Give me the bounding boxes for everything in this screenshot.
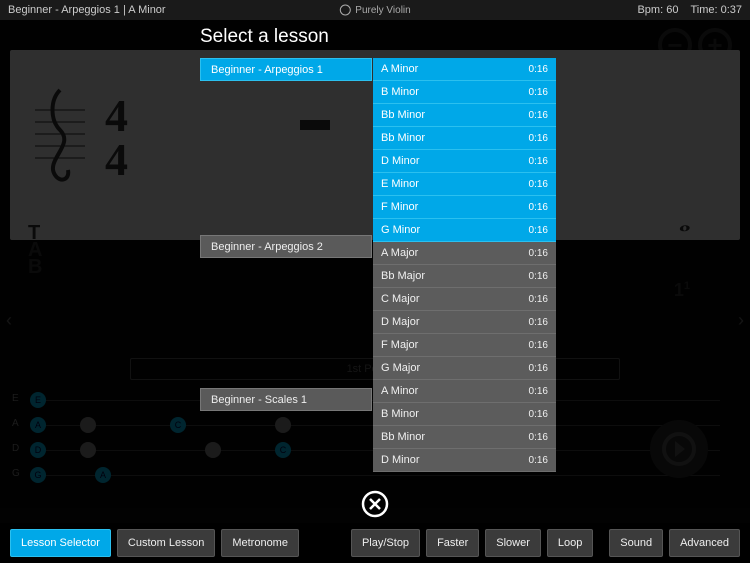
lesson-item[interactable]: G Minor 0:16 <box>373 219 556 242</box>
lesson-name: F Major <box>381 339 418 351</box>
current-lesson-label: Beginner - Arpeggios 1 | A Minor <box>8 4 166 16</box>
lesson-item[interactable]: Bb Minor 0:16 <box>373 104 556 127</box>
lesson-name: F Minor <box>381 201 418 213</box>
close-icon <box>360 489 390 519</box>
lesson-item[interactable]: Bb Minor 0:16 <box>373 426 556 449</box>
lesson-item-list: A Minor0:16B Minor0:16Bb Minor0:16Bb Min… <box>373 58 556 472</box>
lesson-duration: 0:16 <box>529 110 548 121</box>
metronome-button[interactable]: Metronome <box>221 529 299 557</box>
lesson-name: Beginner - Arpeggios 1 <box>8 4 120 16</box>
lesson-duration: 0:16 <box>529 156 548 167</box>
lesson-duration: 0:16 <box>529 317 548 328</box>
lesson-name: A Minor <box>381 385 418 397</box>
lesson-name: D Minor <box>381 155 420 167</box>
lesson-category-list: Beginner - Arpeggios 1 Beginner - Arpeggi… <box>200 58 372 472</box>
lesson-name: B Minor <box>381 408 419 420</box>
lesson-duration: 0:16 <box>529 432 548 443</box>
lesson-name: D Minor <box>381 454 420 466</box>
lesson-item[interactable]: F Minor 0:16 <box>373 196 556 219</box>
lesson-item[interactable]: Bb Major 0:16 <box>373 265 556 288</box>
lesson-category-item[interactable]: Beginner - Arpeggios 2 <box>200 235 372 258</box>
lesson-duration: 0:16 <box>529 294 548 305</box>
lesson-name: E Minor <box>381 178 419 190</box>
bottom-toolbar: Lesson Selector Custom Lesson Metronome … <box>0 523 750 563</box>
lesson-duration: 0:16 <box>529 202 548 213</box>
lesson-name: A Major <box>381 247 418 259</box>
sound-button[interactable]: Sound <box>609 529 663 557</box>
brand-logo: Purely Violin <box>339 4 410 16</box>
lesson-item[interactable]: B Minor 0:16 <box>373 81 556 104</box>
lesson-item[interactable]: E Minor 0:16 <box>373 173 556 196</box>
lesson-item[interactable]: G Major 0:16 <box>373 357 556 380</box>
lesson-duration: 0:16 <box>529 363 548 374</box>
loop-button[interactable]: Loop <box>547 529 593 557</box>
lesson-name: Bb Minor <box>381 109 425 121</box>
lesson-duration: 0:16 <box>529 340 548 351</box>
advanced-button[interactable]: Advanced <box>669 529 740 557</box>
play-stop-button[interactable]: Play/Stop <box>351 529 420 557</box>
lesson-selector-modal: Select a lesson Beginner - Arpeggios 1Be… <box>200 26 556 472</box>
lesson-item[interactable]: B Minor 0:16 <box>373 403 556 426</box>
lesson-duration: 0:16 <box>529 179 548 190</box>
lesson-item[interactable]: D Minor 0:16 <box>373 449 556 472</box>
lesson-duration: 0:16 <box>529 248 548 259</box>
time-label: Time: 0:37 <box>690 4 742 16</box>
lesson-name: B Minor <box>381 86 419 98</box>
lesson-duration: 0:16 <box>529 225 548 236</box>
lesson-item[interactable]: D Minor 0:16 <box>373 150 556 173</box>
lesson-duration: 0:16 <box>529 64 548 75</box>
close-button[interactable] <box>360 489 390 519</box>
slower-button[interactable]: Slower <box>485 529 541 557</box>
lesson-duration: 0:16 <box>529 386 548 397</box>
lesson-name: C Major <box>381 293 420 305</box>
lesson-duration: 0:16 <box>529 409 548 420</box>
lesson-item[interactable]: A Minor 0:16 <box>373 380 556 403</box>
lesson-name: D Major <box>381 316 420 328</box>
lesson-category-item[interactable]: Beginner - Arpeggios 1 <box>200 58 372 81</box>
lesson-name: G Minor <box>381 224 420 236</box>
lesson-key: A Minor <box>128 4 165 16</box>
lesson-name: A Minor <box>381 63 418 75</box>
lesson-item[interactable]: A Major 0:16 <box>373 242 556 265</box>
lesson-item[interactable]: Bb Minor 0:16 <box>373 127 556 150</box>
modal-title: Select a lesson <box>200 26 556 48</box>
lesson-item[interactable]: D Major 0:16 <box>373 311 556 334</box>
lesson-item[interactable]: C Major 0:16 <box>373 288 556 311</box>
lesson-name: Bb Minor <box>381 132 425 144</box>
lesson-category-item[interactable]: Beginner - Scales 1 <box>200 388 372 411</box>
lesson-selector-button[interactable]: Lesson Selector <box>10 529 111 557</box>
lesson-duration: 0:16 <box>529 87 548 98</box>
lesson-duration: 0:16 <box>529 133 548 144</box>
lesson-duration: 0:16 <box>529 455 548 466</box>
lesson-name: Bb Major <box>381 270 425 282</box>
lesson-name: G Major <box>381 362 420 374</box>
brand-text: Purely Violin <box>355 5 410 16</box>
lesson-item[interactable]: A Minor 0:16 <box>373 58 556 81</box>
faster-button[interactable]: Faster <box>426 529 479 557</box>
lesson-item[interactable]: F Major 0:16 <box>373 334 556 357</box>
lesson-name: Bb Minor <box>381 431 425 443</box>
lesson-duration: 0:16 <box>529 271 548 282</box>
bpm-label: Bpm: 60 <box>637 4 678 16</box>
custom-lesson-button[interactable]: Custom Lesson <box>117 529 215 557</box>
top-status-bar: Beginner - Arpeggios 1 | A Minor Purely … <box>0 0 750 20</box>
